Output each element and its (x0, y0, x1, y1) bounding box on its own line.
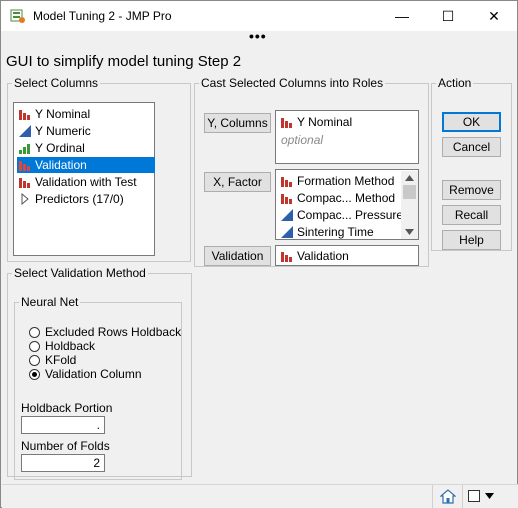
radio-label: Holdback (45, 339, 96, 353)
action-panel: Action OK Cancel Remove Recall Help (431, 76, 512, 251)
status-divider (462, 485, 463, 508)
radio-circle-icon (29, 327, 40, 338)
disclosure-triangle-icon[interactable] (19, 193, 31, 205)
close-icon: ✕ (488, 7, 500, 24)
status-bar (2, 484, 518, 508)
validation-method-panel: Select Validation Method Neural Net Excl… (7, 266, 192, 480)
maximize-button[interactable]: ☐ (425, 1, 471, 31)
menu-dots-icon[interactable]: ••• (249, 28, 267, 44)
holdback-portion-input[interactable]: . (21, 416, 105, 434)
role-item-validation[interactable]: Validation (279, 248, 352, 264)
role-item-label: Validation (297, 249, 349, 263)
column-item-validation-with-test[interactable]: Validation with Test (17, 174, 140, 190)
y-columns-button[interactable]: Y, Columns (204, 113, 271, 133)
column-item-label: Y Nominal (35, 107, 91, 121)
maximize-icon: ☐ (441, 7, 455, 24)
x-factor-role-list[interactable]: Formation Method Compac... Method Compac… (275, 169, 419, 240)
cancel-button[interactable]: Cancel (442, 137, 501, 157)
number-of-folds-input[interactable]: 2 (21, 454, 105, 472)
nominal-icon (19, 178, 30, 188)
radio-kfold[interactable]: KFold (29, 353, 76, 367)
nominal-icon (281, 252, 292, 262)
role-item-label: Formation Method (297, 174, 395, 188)
continuous-icon (281, 209, 293, 221)
column-item-validation[interactable]: Validation (17, 157, 155, 173)
number-of-folds-label: Number of Folds (21, 439, 110, 453)
columns-listbox[interactable]: Y Nominal Y Numeric Y Ordinal Validation… (13, 102, 155, 256)
role-item-label: Compac... Pressure (297, 208, 404, 222)
role-item-label: Y Nominal (297, 115, 353, 129)
radio-label: Validation Column (45, 367, 142, 381)
radio-label: KFold (45, 353, 77, 367)
validation-role-list[interactable]: Validation (275, 245, 419, 266)
validation-method-legend: Select Validation Method (14, 266, 146, 280)
nominal-icon (19, 161, 30, 171)
radio-circle-icon (29, 341, 40, 352)
radio-excluded-rows-holdback[interactable]: Excluded Rows Holdback (29, 325, 181, 339)
x-factor-scrollbar[interactable] (401, 171, 418, 239)
optional-placeholder: optional (281, 133, 324, 147)
continuous-icon (19, 125, 31, 137)
radio-label: Excluded Rows Holdback (45, 325, 182, 339)
page-title: GUI to simplify model tuning Step 2 (6, 53, 242, 70)
column-item-label: Y Numeric (35, 124, 91, 138)
column-item-y-ordinal[interactable]: Y Ordinal (17, 140, 88, 156)
radio-validation-column[interactable]: Validation Column (29, 367, 142, 381)
neural-net-legend: Neural Net (21, 295, 79, 309)
role-item-formation-method[interactable]: Formation Method (279, 173, 397, 189)
cast-roles-panel: Cast Selected Columns into Roles Y, Colu… (194, 76, 429, 267)
column-item-label: Validation with Test (35, 175, 137, 189)
y-columns-role-list[interactable]: Y Nominal optional (275, 110, 419, 164)
home-icon[interactable] (440, 489, 456, 504)
remove-button[interactable]: Remove (442, 180, 501, 200)
column-item-label: Y Ordinal (35, 141, 85, 155)
neural-net-group: Neural Net Excluded Rows Holdback Holdba… (14, 295, 182, 480)
minimize-button[interactable]: — (379, 1, 425, 31)
close-button[interactable]: ✕ (471, 1, 517, 31)
role-item-label: Sintering Time (297, 225, 374, 239)
scroll-down-icon[interactable] (405, 229, 414, 235)
validation-role-button[interactable]: Validation (204, 246, 271, 266)
radio-circle-icon (29, 355, 40, 366)
action-legend: Action (438, 76, 472, 90)
ordinal-icon (19, 144, 30, 154)
x-factor-button[interactable]: X, Factor (204, 172, 271, 192)
column-item-y-nominal[interactable]: Y Nominal (17, 106, 93, 122)
checkbox-icon[interactable] (468, 490, 480, 502)
column-item-y-numeric[interactable]: Y Numeric (17, 123, 94, 139)
holdback-portion-label: Holdback Portion (21, 401, 113, 415)
title-bar: Model Tuning 2 - JMP Pro — ☐ ✕ (1, 1, 517, 31)
column-item-label: Validation (35, 158, 87, 172)
minimize-icon: — (395, 8, 409, 24)
nominal-icon (281, 177, 292, 187)
ok-button[interactable]: OK (442, 112, 501, 132)
column-item-predictors-group[interactable]: Predictors (17/0) (17, 191, 127, 207)
select-columns-panel: Select Columns Y Nominal Y Numeric Y Ord… (7, 76, 191, 262)
nominal-icon (19, 110, 30, 120)
recall-button[interactable]: Recall (442, 205, 501, 225)
radio-holdback[interactable]: Holdback (29, 339, 95, 353)
help-button[interactable]: Help (442, 230, 501, 250)
window-title: Model Tuning 2 - JMP Pro (33, 9, 172, 23)
cast-roles-legend: Cast Selected Columns into Roles (201, 76, 384, 90)
scroll-up-icon[interactable] (405, 175, 414, 181)
role-item-y-nominal[interactable]: Y Nominal (279, 114, 355, 130)
jmp-app-icon (10, 9, 25, 23)
role-item-compaction-pressure[interactable]: Compac... Pressure (279, 207, 406, 223)
role-item-compaction-method[interactable]: Compac... Method (279, 190, 398, 206)
select-columns-legend: Select Columns (14, 76, 99, 90)
nominal-icon (281, 118, 292, 128)
scrollbar-thumb[interactable] (403, 185, 416, 199)
continuous-icon (281, 226, 293, 238)
column-item-label: Predictors (17/0) (35, 192, 124, 206)
jmp-window: Model Tuning 2 - JMP Pro — ☐ ✕ ••• GUI t… (0, 0, 518, 508)
nominal-icon (281, 194, 292, 204)
role-item-sintering-time[interactable]: Sintering Time (279, 224, 377, 239)
role-item-label: Compac... Method (297, 191, 396, 205)
radio-selected-icon (29, 369, 40, 380)
dropdown-arrow-icon[interactable] (485, 493, 494, 499)
status-divider (432, 485, 433, 508)
